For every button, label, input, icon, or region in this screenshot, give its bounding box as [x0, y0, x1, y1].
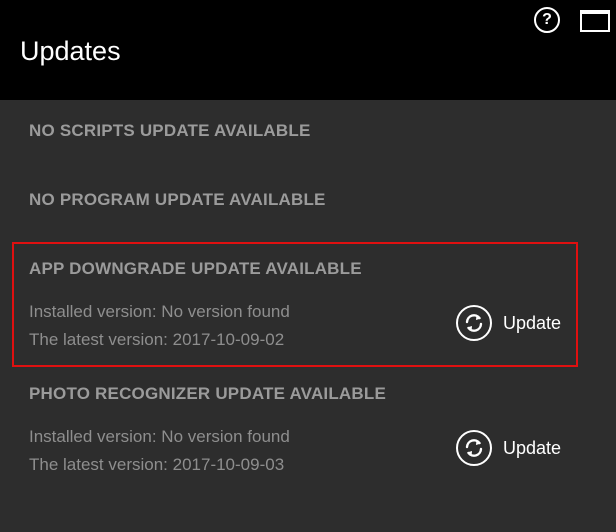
- header-bar: Updates ?: [0, 0, 616, 100]
- photo-recognizer-installed-version: Installed version: No version found: [29, 427, 290, 446]
- update-button-label: Update: [503, 438, 562, 458]
- refresh-icon: [456, 430, 492, 466]
- photo-recognizer-update-title: PHOTO RECOGNIZER UPDATE AVAILABLE: [29, 384, 387, 403]
- app-downgrade-latest-version: The latest version: 2017-10-09-02: [29, 330, 285, 349]
- photo-recognizer-update-button[interactable]: Update: [456, 428, 568, 468]
- page-title: Updates: [20, 36, 121, 66]
- help-icon[interactable]: ?: [534, 7, 560, 33]
- app-downgrade-installed-version: Installed version: No version found: [29, 302, 290, 321]
- program-update-status: NO PROGRAM UPDATE AVAILABLE: [29, 190, 326, 209]
- update-button-label: Update: [503, 313, 562, 333]
- refresh-icon: [456, 305, 492, 341]
- app-downgrade-update-title: APP DOWNGRADE UPDATE AVAILABLE: [29, 259, 362, 278]
- window-maximize-icon[interactable]: [580, 10, 610, 32]
- app-downgrade-update-button[interactable]: Update: [456, 303, 568, 343]
- photo-recognizer-latest-version: The latest version: 2017-10-09-03: [29, 455, 285, 474]
- scripts-update-status: NO SCRIPTS UPDATE AVAILABLE: [29, 121, 311, 140]
